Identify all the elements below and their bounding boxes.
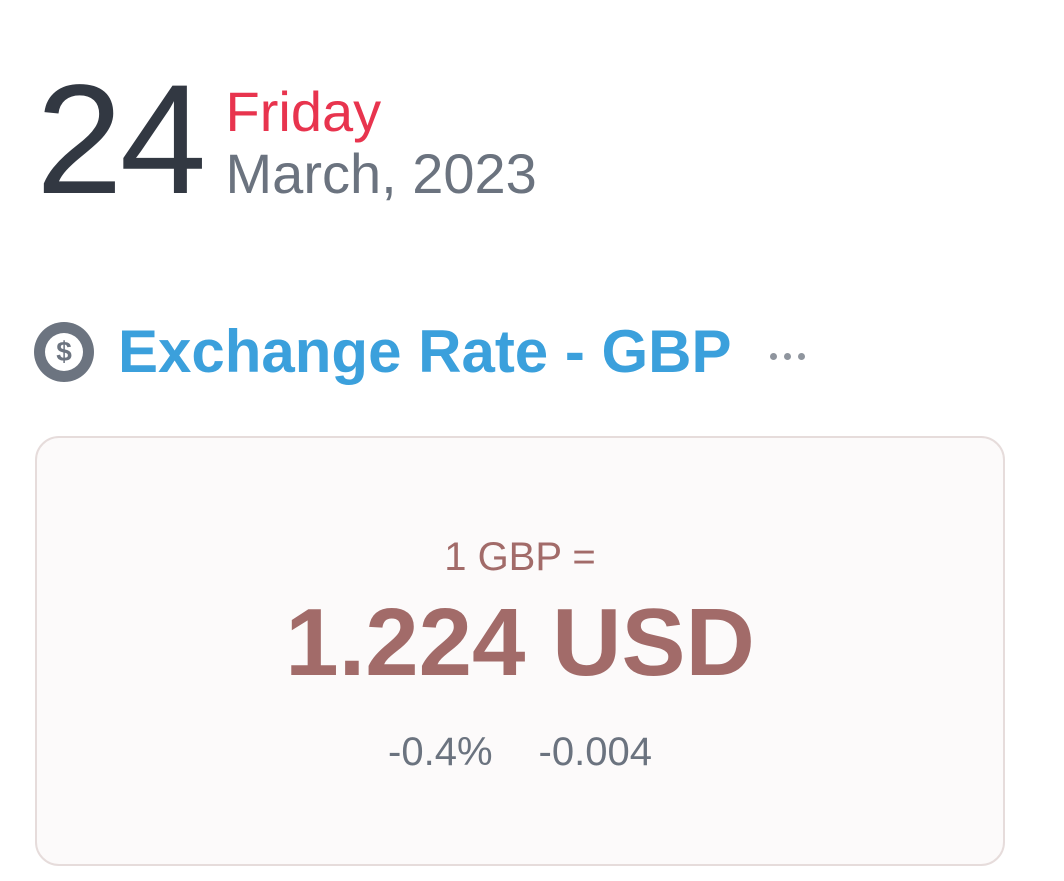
widget-header[interactable]: $ Exchange Rate - GBP xyxy=(34,314,805,390)
base-currency-label: 1 GBP = xyxy=(444,535,596,579)
change-percent: -0.4% xyxy=(388,730,493,774)
weekday-label: Friday xyxy=(225,80,382,143)
change-row: -0.4% -0.004 xyxy=(37,728,1003,776)
date-text: Friday March, 2023 xyxy=(226,82,537,206)
exchange-rate-card[interactable]: 1 GBP = 1.224 USD -0.4% -0.004 xyxy=(35,436,1005,866)
today-view: 24 Friday March, 2023 $ Exchange Rate - … xyxy=(0,0,1064,881)
date-header: 24 Friday March, 2023 xyxy=(36,62,537,218)
dollar-circle-icon: $ xyxy=(34,322,94,382)
month-year-label: March, 2023 xyxy=(225,142,537,205)
widget-title[interactable]: Exchange Rate - GBP xyxy=(118,314,732,390)
change-absolute: -0.004 xyxy=(538,730,652,774)
day-number: 24 xyxy=(36,53,207,227)
more-horizontal-icon[interactable] xyxy=(769,352,805,360)
rate-value: 1.224 USD xyxy=(285,589,755,696)
